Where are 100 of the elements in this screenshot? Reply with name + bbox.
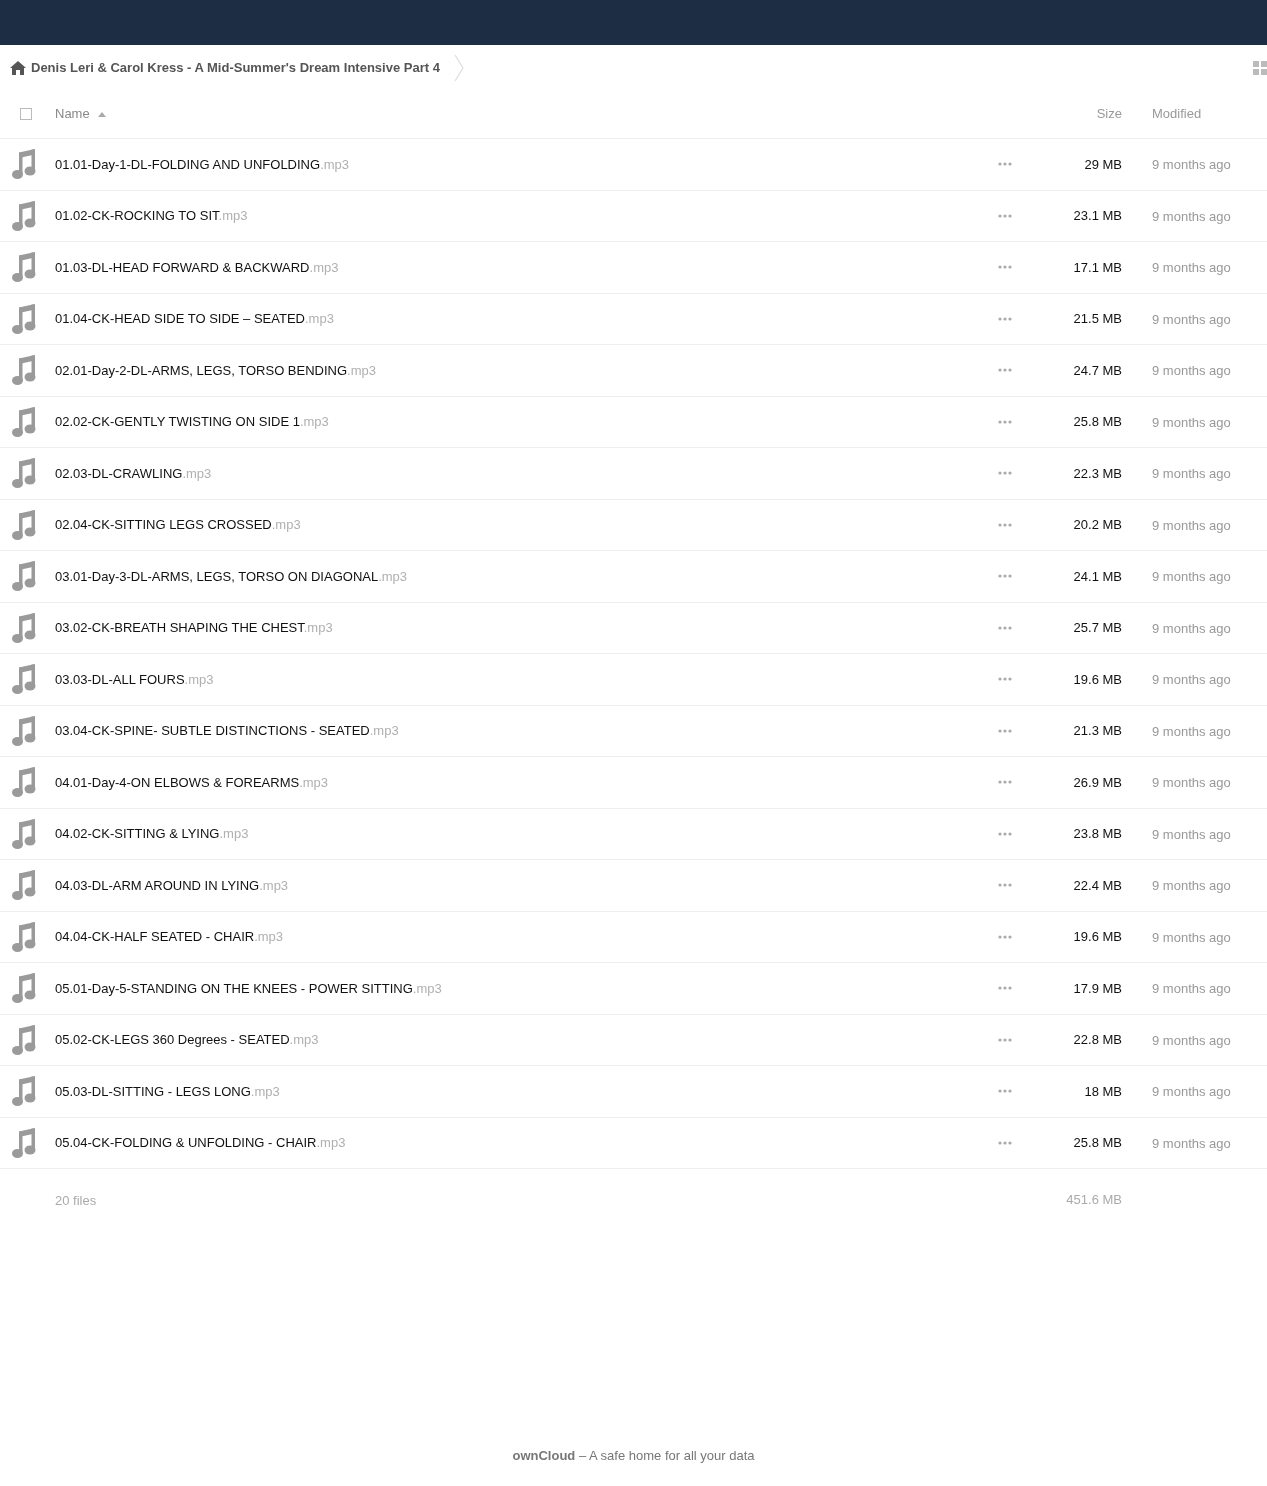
- file-size: 22.8 MB: [1072, 1031, 1122, 1049]
- breadcrumb-link[interactable]: Denis Leri & Carol Kress - A Mid-Summer's Dream Intensive Part 4: [31, 57, 440, 78]
- modified-date: 9 months ago: [1152, 929, 1231, 945]
- file-name[interactable]: 02.02-CK-GENTLY TWISTING ON SIDE 1.mp3: [55, 412, 329, 432]
- file-name[interactable]: 01.04-CK-HEAD SIDE TO SIDE – SEATED.mp3: [55, 309, 334, 329]
- file-count: 20 files: [55, 1192, 97, 1208]
- modified-date: 9 months ago: [1152, 466, 1231, 482]
- more-icon[interactable]: [998, 986, 1012, 991]
- more-icon[interactable]: [998, 1037, 1012, 1042]
- music-note-icon: [12, 561, 36, 592]
- modified-date: 9 months ago: [1152, 260, 1231, 276]
- total-size: 451.6 MB: [1065, 1190, 1122, 1209]
- more-icon[interactable]: [998, 1140, 1012, 1145]
- file-name[interactable]: 05.04-CK-FOLDING & UNFOLDING - CHAIR.mp3: [55, 1133, 346, 1153]
- more-icon[interactable]: [998, 316, 1012, 321]
- file-name[interactable]: 02.04-CK-SITTING LEGS CROSSED.mp3: [55, 515, 301, 535]
- modified-date: 9 months ago: [1152, 414, 1231, 430]
- music-note-icon: [12, 1076, 36, 1107]
- file-size: 26.9 MB: [1072, 773, 1122, 792]
- file-size: 24.7 MB: [1072, 361, 1122, 380]
- file-size: 20.2 MB: [1072, 516, 1122, 534]
- file-name[interactable]: 01.03-DL-HEAD FORWARD & BACKWARD.mp3: [55, 257, 339, 277]
- music-note-icon: [12, 509, 36, 540]
- modified-date: 9 months ago: [1152, 157, 1231, 173]
- file-size: 18 MB: [1083, 1082, 1122, 1101]
- file-name[interactable]: 03.02-CK-BREATH SHAPING THE CHEST.mp3: [55, 618, 333, 638]
- modified-date: 9 months ago: [1152, 569, 1231, 585]
- music-note-icon: [12, 715, 36, 746]
- modified-date: 9 months ago: [1152, 672, 1231, 688]
- select-all-checkbox[interactable]: [20, 108, 32, 120]
- file-size: 19.6 MB: [1072, 928, 1122, 946]
- file-name[interactable]: 04.02-CK-SITTING & LYING.mp3: [55, 824, 249, 844]
- music-note-icon: [12, 921, 36, 952]
- file-size: 19.6 MB: [1072, 670, 1122, 689]
- file-size: 17.9 MB: [1072, 979, 1122, 998]
- file-name[interactable]: 04.04-CK-HALF SEATED - CHAIR.mp3: [55, 927, 284, 947]
- file-size: 23.8 MB: [1072, 825, 1122, 843]
- more-icon[interactable]: [998, 728, 1012, 733]
- modified-date: 9 months ago: [1152, 620, 1231, 636]
- more-icon[interactable]: [998, 471, 1012, 476]
- more-icon[interactable]: [998, 368, 1012, 373]
- more-icon[interactable]: [998, 419, 1012, 424]
- music-note-icon: [12, 458, 36, 489]
- modified-date: 9 months ago: [1152, 311, 1231, 327]
- file-name[interactable]: 04.03-DL-ARM AROUND IN LYING.mp3: [55, 875, 289, 895]
- file-name[interactable]: 02.01-Day-2-DL-ARMS, LEGS, TORSO BENDING.mp3: [55, 360, 376, 380]
- more-icon[interactable]: [998, 1089, 1012, 1094]
- file-name[interactable]: 03.01-Day-3-DL-ARMS, LEGS, TORSO ON DIAGONAL.mp3: [55, 566, 408, 586]
- music-note-icon: [12, 818, 36, 849]
- music-note-icon: [12, 252, 36, 283]
- modified-date: 9 months ago: [1152, 826, 1231, 842]
- more-icon[interactable]: [998, 677, 1012, 682]
- more-icon[interactable]: [998, 574, 1012, 579]
- file-name[interactable]: 05.01-Day-5-STANDING ON THE KNEES - POWER SITTING.mp3: [55, 978, 442, 998]
- file-size: 22.3 MB: [1072, 464, 1122, 483]
- file-name[interactable]: 04.01-Day-4-ON ELBOWS & FOREARMS.mp3: [55, 772, 329, 792]
- more-icon[interactable]: [998, 883, 1012, 888]
- file-name[interactable]: 02.03-DL-CRAWLING.mp3: [55, 463, 212, 483]
- file-name[interactable]: 05.03-DL-SITTING - LEGS LONG.mp3: [55, 1081, 280, 1101]
- music-note-icon: [12, 1127, 36, 1158]
- music-note-icon: [12, 664, 36, 695]
- file-name[interactable]: 03.03-DL-ALL FOURS.mp3: [55, 669, 214, 689]
- more-icon[interactable]: [998, 831, 1012, 836]
- music-note-icon: [12, 1024, 36, 1055]
- modified-date: 9 months ago: [1152, 363, 1231, 379]
- more-icon[interactable]: [998, 934, 1012, 939]
- modified-date: 9 months ago: [1152, 1135, 1231, 1151]
- file-size: 29 MB: [1083, 155, 1122, 174]
- file-size: 21.3 MB: [1072, 722, 1122, 740]
- music-note-icon: [12, 612, 36, 643]
- file-size: 25.7 MB: [1072, 619, 1122, 637]
- modified-date: 9 months ago: [1152, 1032, 1231, 1048]
- file-name[interactable]: 01.02-CK-ROCKING TO SIT.mp3: [55, 206, 248, 226]
- music-note-icon: [12, 767, 36, 798]
- modified-date: 9 months ago: [1152, 878, 1231, 894]
- more-icon[interactable]: [998, 522, 1012, 527]
- modified-date: 9 months ago: [1152, 1084, 1231, 1100]
- home-icon[interactable]: [10, 60, 26, 75]
- music-note-icon: [12, 870, 36, 901]
- file-name[interactable]: 03.04-CK-SPINE- SUBTLE DISTINCTIONS - SEATED.mp3: [55, 721, 399, 741]
- modified-date: 9 months ago: [1152, 723, 1231, 739]
- file-name[interactable]: 01.01-Day-1-DL-FOLDING AND UNFOLDING.mp3: [55, 154, 350, 174]
- modified-date: 9 months ago: [1152, 517, 1231, 533]
- breadcrumb-chevron-icon: [453, 53, 464, 82]
- file-size: 25.8 MB: [1072, 413, 1122, 431]
- more-icon[interactable]: [998, 780, 1012, 785]
- grid-view-icon[interactable]: [1253, 60, 1267, 75]
- column-header[interactable]: Name: [55, 104, 90, 124]
- more-icon[interactable]: [998, 625, 1012, 630]
- file-size: 24.1 MB: [1072, 567, 1122, 586]
- modified-date: 9 months ago: [1152, 208, 1231, 224]
- file-name[interactable]: 05.02-CK-LEGS 360 Degrees - SEATED.mp3: [55, 1030, 319, 1050]
- file-size: 21.5 MB: [1072, 310, 1122, 328]
- more-icon[interactable]: [998, 213, 1012, 218]
- file-size: 25.8 MB: [1072, 1134, 1122, 1152]
- more-icon[interactable]: [998, 265, 1012, 270]
- footer-tagline: ownCloud – A safe home for all your data: [512, 1446, 755, 1465]
- more-icon[interactable]: [998, 162, 1012, 167]
- file-size: 23.1 MB: [1072, 207, 1122, 225]
- modified-date: 9 months ago: [1152, 981, 1231, 997]
